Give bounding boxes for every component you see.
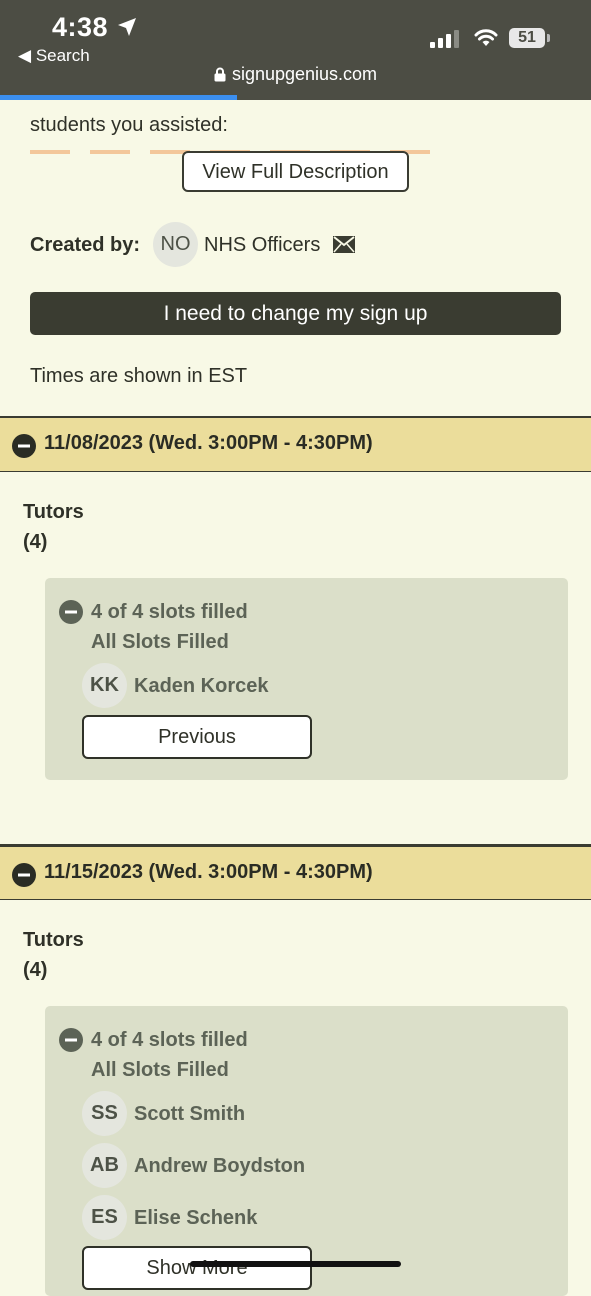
page-load-progress: [0, 95, 237, 100]
slot-card-1: 4 of 4 slots filled All Slots Filled KK …: [45, 578, 568, 780]
battery-level: 51: [518, 29, 536, 46]
slot-status: All Slots Filled: [91, 1059, 229, 1081]
collapse-slot-icon[interactable]: [59, 600, 83, 624]
back-to-search[interactable]: ◀ Search: [18, 46, 90, 66]
collapse-slot-icon[interactable]: [59, 1028, 83, 1052]
back-triangle-icon: ◀: [18, 46, 32, 65]
participant-name: Andrew Boydston: [134, 1155, 306, 1177]
cellular-signal-icon: [430, 30, 459, 48]
creator-avatar: NO: [153, 222, 198, 267]
description-text: students you assisted:: [30, 114, 228, 136]
participant-name: Kaden Korcek: [134, 675, 269, 697]
slots-filled: 4 of 4 slots filled: [91, 1029, 248, 1051]
avatar: ES: [82, 1195, 127, 1240]
created-by-label: Created by:: [30, 234, 141, 256]
role-count: (4): [23, 531, 48, 553]
avatar: KK: [82, 663, 127, 708]
timezone-note: Times are shown in EST: [30, 365, 248, 387]
date-header-1[interactable]: 11/08/2023 (Wed. 3:00PM - 4:30PM): [0, 416, 591, 472]
lock-icon: [214, 67, 226, 82]
clock: 4:38: [52, 12, 109, 42]
slot-card-2: 4 of 4 slots filled All Slots Filled SS …: [45, 1006, 568, 1296]
slots-filled: 4 of 4 slots filled: [91, 601, 248, 623]
location-arrow-icon: [118, 18, 136, 36]
battery-icon: 51: [509, 28, 550, 48]
back-label: Search: [35, 46, 90, 65]
previous-button[interactable]: Previous: [82, 715, 312, 759]
role-title: Tutors: [23, 501, 84, 523]
avatar: AB: [82, 1143, 127, 1188]
creator-name[interactable]: NHS Officers: [204, 234, 320, 257]
view-full-description-button[interactable]: View Full Description: [182, 151, 409, 192]
show-more-button[interactable]: Show More: [82, 1246, 312, 1290]
date-header-2[interactable]: 11/15/2023 (Wed. 3:00PM - 4:30PM): [0, 844, 591, 900]
address-bar[interactable]: signupgenius.com: [0, 64, 591, 85]
date-label: 11/15/2023 (Wed. 3:00PM - 4:30PM): [44, 861, 373, 883]
participant-name: Elise Schenk: [134, 1207, 258, 1229]
collapse-icon[interactable]: [12, 863, 36, 887]
status-bar: 4:38 ◀ Search 51 signupgenius.com: [0, 0, 591, 100]
role-title: Tutors: [23, 929, 84, 951]
home-indicator[interactable]: [190, 1261, 401, 1267]
change-signup-button[interactable]: I need to change my sign up: [30, 292, 561, 335]
role-count: (4): [23, 959, 48, 981]
collapse-icon[interactable]: [12, 434, 36, 458]
wifi-icon: [474, 29, 498, 46]
avatar: SS: [82, 1091, 127, 1136]
envelope-icon[interactable]: [333, 236, 355, 253]
date-label: 11/08/2023 (Wed. 3:00PM - 4:30PM): [44, 432, 373, 454]
url-text: signupgenius.com: [231, 64, 378, 84]
slot-status: All Slots Filled: [91, 631, 229, 653]
participant-name: Scott Smith: [134, 1103, 246, 1125]
